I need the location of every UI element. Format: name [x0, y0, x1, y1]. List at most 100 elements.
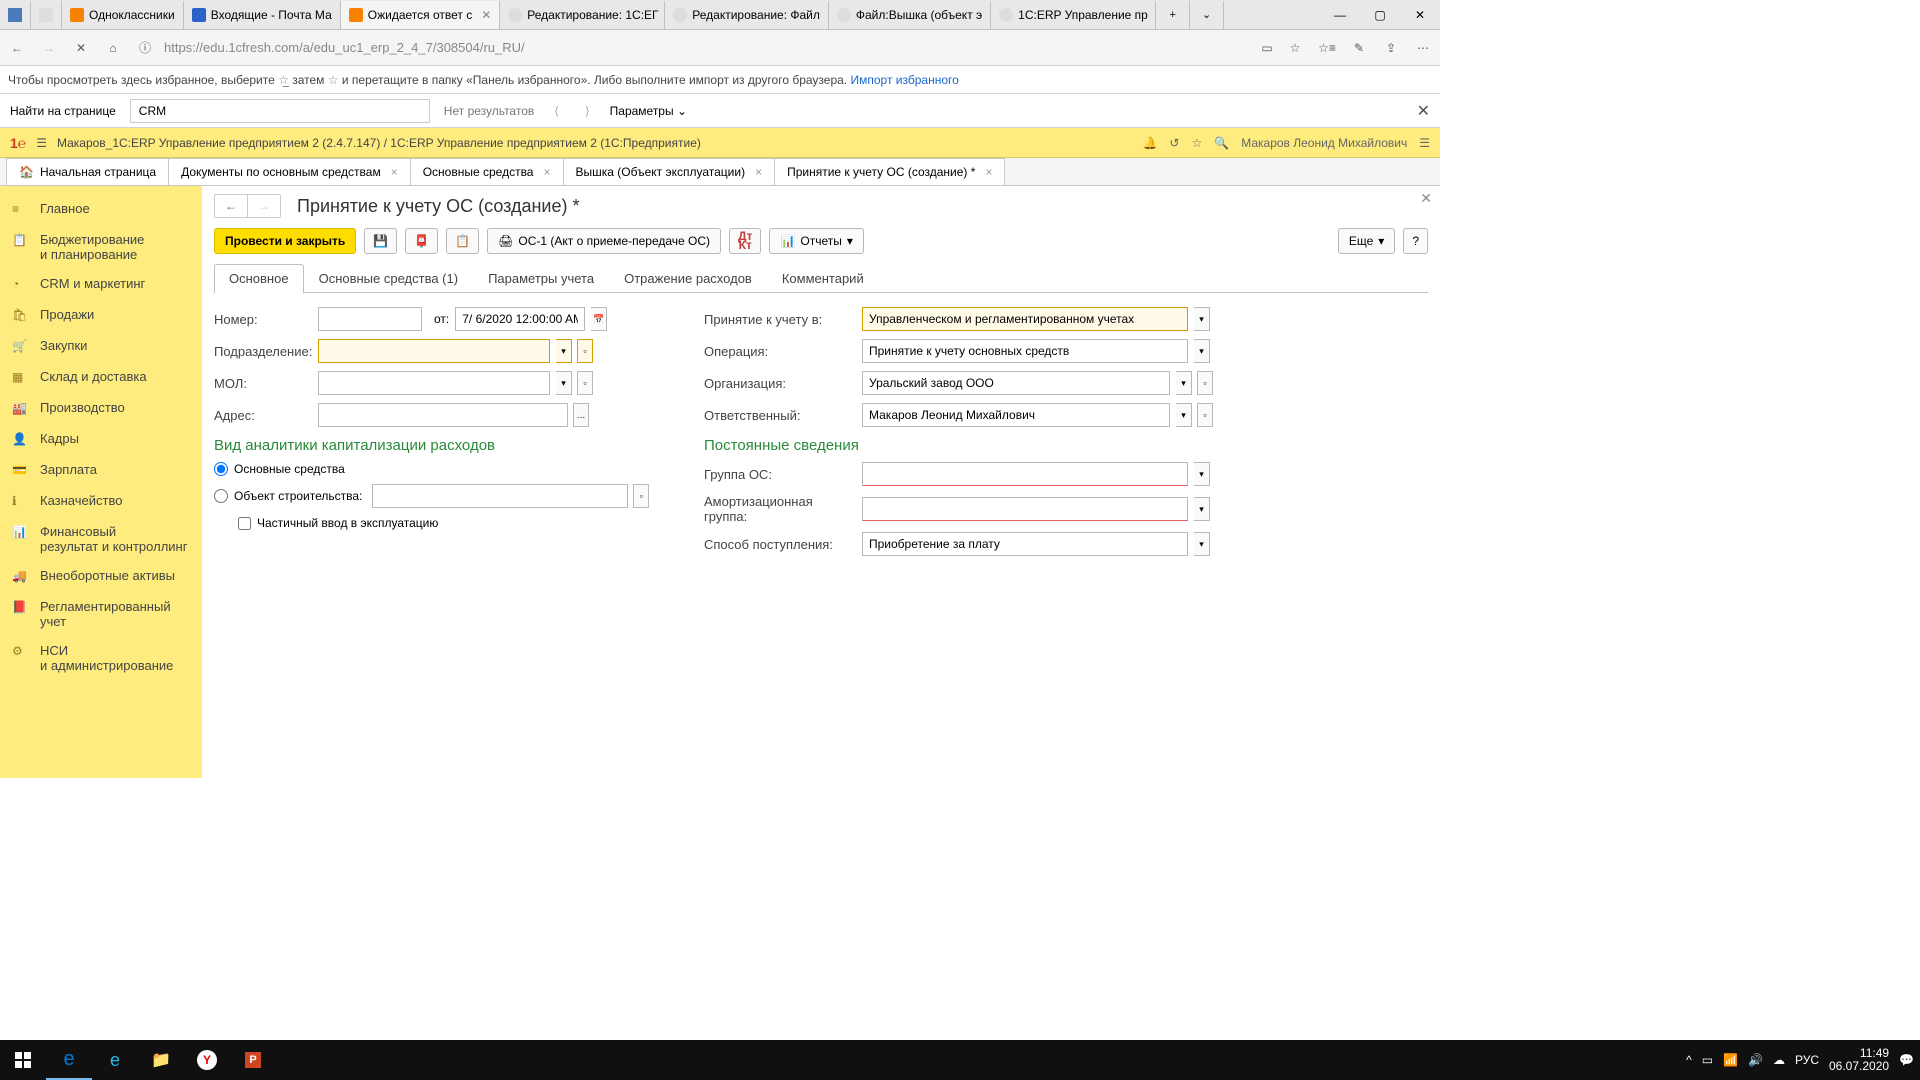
app-tab[interactable]: Документы по основным средствам×	[169, 158, 411, 185]
sidenav-item[interactable]: 👤Кадры	[0, 424, 202, 455]
app-menu-icon[interactable]: ☰	[36, 136, 47, 150]
browser-tab[interactable]: Редактирование: 1С:ЕГ	[500, 1, 665, 29]
dtdk-button[interactable]: ДтКт	[729, 228, 761, 254]
reports-button[interactable]: 📊 Отчеты ▾	[769, 228, 863, 254]
find-close[interactable]: ✕	[1417, 101, 1430, 121]
radio-build[interactable]: Объект строительства:	[214, 489, 362, 503]
dept-dd[interactable]: ▾	[556, 339, 572, 363]
op-dd[interactable]: ▾	[1194, 339, 1210, 363]
inp-way[interactable]	[862, 532, 1188, 556]
sidenav-item[interactable]: 🏭Производство	[0, 393, 202, 424]
help-button[interactable]: ?	[1403, 228, 1428, 254]
url-input[interactable]	[164, 40, 1248, 55]
inp-amort[interactable]	[862, 497, 1188, 521]
date-picker-icon[interactable]: 📅	[591, 307, 607, 331]
new-tab[interactable]: +	[1156, 1, 1190, 29]
close-window-button[interactable]: ✕	[1400, 1, 1440, 29]
explorer-icon[interactable]: 📁	[138, 1040, 184, 1080]
battery-icon[interactable]: ▭	[1702, 1053, 1713, 1067]
doc-tab[interactable]: Параметры учета	[473, 264, 609, 292]
share-icon[interactable]: ⇪	[1382, 39, 1400, 57]
wifi-icon[interactable]: 📶	[1723, 1053, 1738, 1067]
maximize-button[interactable]: ▢	[1360, 1, 1400, 29]
mol-open[interactable]: ▫	[577, 371, 593, 395]
inp-number[interactable]	[318, 307, 422, 331]
bell-icon[interactable]: 🔔	[1142, 136, 1157, 150]
notifications-icon[interactable]: 💬	[1899, 1053, 1914, 1067]
sound-icon[interactable]: 🔊	[1748, 1053, 1763, 1067]
sidenav-item[interactable]: 💳Зарплата	[0, 455, 202, 486]
reader-icon[interactable]: ▭	[1258, 39, 1276, 57]
menu-icon[interactable]: ⋯	[1414, 39, 1432, 57]
os1-button[interactable]: 🖨 ОС-1 (Акт о приеме-передаче ОС)	[487, 228, 721, 254]
inp-addr[interactable]	[318, 403, 568, 427]
inp-build[interactable]	[372, 484, 628, 508]
process-close-button[interactable]: Провести и закрыть	[214, 228, 356, 254]
yandex-icon[interactable]: Y	[184, 1040, 230, 1080]
browser-tab[interactable]: 1С:ERP Управление пр	[991, 1, 1156, 29]
inp-mol[interactable]	[318, 371, 550, 395]
sidenav-item[interactable]: ℹКазначейство	[0, 486, 202, 517]
sidenav-item[interactable]: 📕Регламентированныйучет	[0, 592, 202, 636]
find-prev[interactable]: ⟨	[548, 104, 565, 118]
stop-button[interactable]: ✕	[72, 39, 90, 57]
copy-button[interactable]: 📋	[446, 228, 479, 254]
amort-dd[interactable]: ▾	[1194, 497, 1210, 521]
accept-dd[interactable]: ▾	[1194, 307, 1210, 331]
app-tab[interactable]: Основные средства×	[411, 158, 564, 185]
favorite-icon[interactable]: ☆	[1286, 39, 1304, 57]
history-icon[interactable]: ↺	[1169, 136, 1179, 150]
page-back[interactable]: ←	[215, 195, 247, 217]
group-dd[interactable]: ▾	[1194, 462, 1210, 486]
powerpoint-icon[interactable]: P	[230, 1040, 276, 1080]
browser-tab[interactable]: Входящие - Почта Ма	[184, 1, 341, 29]
ie-icon[interactable]: e	[92, 1040, 138, 1080]
post-button[interactable]: 📮	[405, 228, 438, 254]
inp-org[interactable]	[862, 371, 1170, 395]
save-button[interactable]: 💾	[364, 228, 397, 254]
way-dd[interactable]: ▾	[1194, 532, 1210, 556]
find-input[interactable]	[130, 99, 430, 123]
home-button[interactable]: ⌂	[104, 39, 122, 57]
org-dd[interactable]: ▾	[1176, 371, 1192, 395]
notes-icon[interactable]: ✎	[1350, 39, 1368, 57]
doc-tab[interactable]: Основное	[214, 264, 304, 293]
system-tab-1[interactable]	[0, 1, 31, 29]
sidenav-item[interactable]: ≡Главное	[0, 194, 202, 225]
edge-icon[interactable]: e	[46, 1040, 92, 1080]
inp-op[interactable]	[862, 339, 1188, 363]
sidenav-item[interactable]: 🛍Продажи	[0, 300, 202, 331]
star-icon[interactable]: ☆	[1191, 136, 1202, 150]
sidenav-item[interactable]: 📊Финансовыйрезультат и контроллинг	[0, 517, 202, 561]
app-tab[interactable]: 🏠Начальная страница	[6, 158, 169, 185]
doc-tab[interactable]: Комментарий	[767, 264, 879, 292]
tab-overview[interactable]: ⌄	[1190, 1, 1224, 29]
inp-accept[interactable]	[862, 307, 1188, 331]
browser-tab[interactable]: Файл:Вышка (объект э	[829, 1, 991, 29]
inp-dept[interactable]	[318, 339, 550, 363]
more-button[interactable]: Еще ▾	[1338, 228, 1395, 254]
search-icon[interactable]: 🔍	[1214, 136, 1229, 150]
radio-os[interactable]: Основные средства	[214, 462, 664, 476]
minimize-button[interactable]: —	[1320, 1, 1360, 29]
close-page[interactable]: ✕	[1420, 190, 1432, 207]
sidenav-item[interactable]: ▦Склад и доставка	[0, 362, 202, 393]
import-favorites-link[interactable]: Импорт избранного	[850, 73, 958, 87]
sidenav-item[interactable]: 🛒Закупки	[0, 331, 202, 362]
lang-indicator[interactable]: РУС	[1795, 1053, 1819, 1067]
resp-open[interactable]: ▫	[1197, 403, 1213, 427]
start-button[interactable]	[0, 1040, 46, 1080]
clock[interactable]: 11:4906.07.2020	[1829, 1047, 1889, 1073]
resp-dd[interactable]: ▾	[1176, 403, 1192, 427]
browser-tab[interactable]: Ожидается ответ с✕	[341, 1, 501, 29]
inp-resp[interactable]	[862, 403, 1170, 427]
doc-tab[interactable]: Основные средства (1)	[304, 264, 474, 292]
forward-button[interactable]: →	[40, 39, 58, 57]
chk-partial[interactable]: Частичный ввод в эксплуатацию	[238, 516, 664, 530]
mol-dd[interactable]: ▾	[556, 371, 572, 395]
addr-open[interactable]: …	[573, 403, 589, 427]
browser-tab[interactable]: Редактирование: Файл	[665, 1, 829, 29]
app-tab[interactable]: Принятие к учету ОС (создание) *×	[775, 158, 1005, 185]
build-open[interactable]: ▫	[633, 484, 649, 508]
tray-up-icon[interactable]: ^	[1686, 1053, 1692, 1067]
